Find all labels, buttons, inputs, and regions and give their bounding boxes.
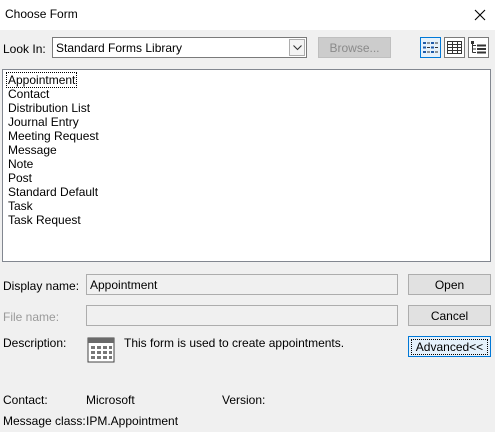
forms-list[interactable]: Appointment Contact Distribution List Jo… bbox=[2, 69, 491, 262]
contact-label: Contact: bbox=[3, 393, 48, 407]
list-item[interactable]: Distribution List bbox=[7, 101, 91, 115]
message-class-value: IPM.Appointment bbox=[86, 414, 179, 428]
close-icon bbox=[474, 9, 486, 21]
tree-view-icon bbox=[471, 41, 486, 54]
display-name-value: Appointment bbox=[90, 278, 158, 292]
list-item[interactable]: Appointment bbox=[5, 72, 78, 88]
advanced-button-label: Advanced<< bbox=[410, 338, 489, 355]
list-item[interactable]: Meeting Request bbox=[7, 129, 100, 143]
calendar-form-icon bbox=[87, 337, 115, 363]
list-item[interactable]: Journal Entry bbox=[7, 115, 80, 129]
list-item[interactable]: Task bbox=[7, 199, 34, 213]
tree-view-button[interactable] bbox=[468, 37, 489, 58]
description-label: Description: bbox=[3, 336, 67, 350]
look-in-label: Look In: bbox=[3, 42, 46, 56]
version-label: Version: bbox=[222, 393, 266, 407]
list-item[interactable]: Task Request bbox=[7, 213, 82, 227]
open-button[interactable]: Open bbox=[408, 274, 491, 295]
list-item[interactable]: Message bbox=[7, 143, 58, 157]
cancel-button[interactable]: Cancel bbox=[408, 305, 491, 326]
close-button[interactable] bbox=[465, 0, 495, 30]
message-class-label: Message class: bbox=[3, 414, 86, 428]
display-name-label: Display name: bbox=[3, 279, 80, 293]
look-in-select[interactable]: Standard Forms Library bbox=[52, 37, 307, 58]
file-name-field bbox=[86, 305, 398, 326]
list-view-button[interactable] bbox=[420, 37, 441, 58]
dialog-title: Choose Form bbox=[5, 7, 78, 21]
display-name-field: Appointment bbox=[86, 274, 398, 295]
browse-button[interactable]: Browse... bbox=[318, 37, 391, 58]
file-name-label: File name: bbox=[3, 310, 60, 324]
details-view-button[interactable] bbox=[444, 37, 465, 58]
chevron-down-icon[interactable] bbox=[289, 39, 305, 56]
details-view-icon bbox=[447, 41, 462, 54]
list-item[interactable]: Contact bbox=[7, 87, 50, 101]
look-in-value: Standard Forms Library bbox=[56, 41, 183, 55]
advanced-button[interactable]: Advanced<< bbox=[408, 336, 491, 357]
list-view-icon bbox=[423, 42, 438, 53]
contact-value: Microsoft bbox=[86, 393, 135, 407]
list-item[interactable]: Post bbox=[7, 171, 33, 185]
list-item[interactable]: Note bbox=[7, 157, 34, 171]
list-item[interactable]: Standard Default bbox=[7, 185, 99, 199]
description-text: This form is used to create appointments… bbox=[124, 336, 345, 350]
title-bar: Choose Form bbox=[0, 0, 495, 30]
